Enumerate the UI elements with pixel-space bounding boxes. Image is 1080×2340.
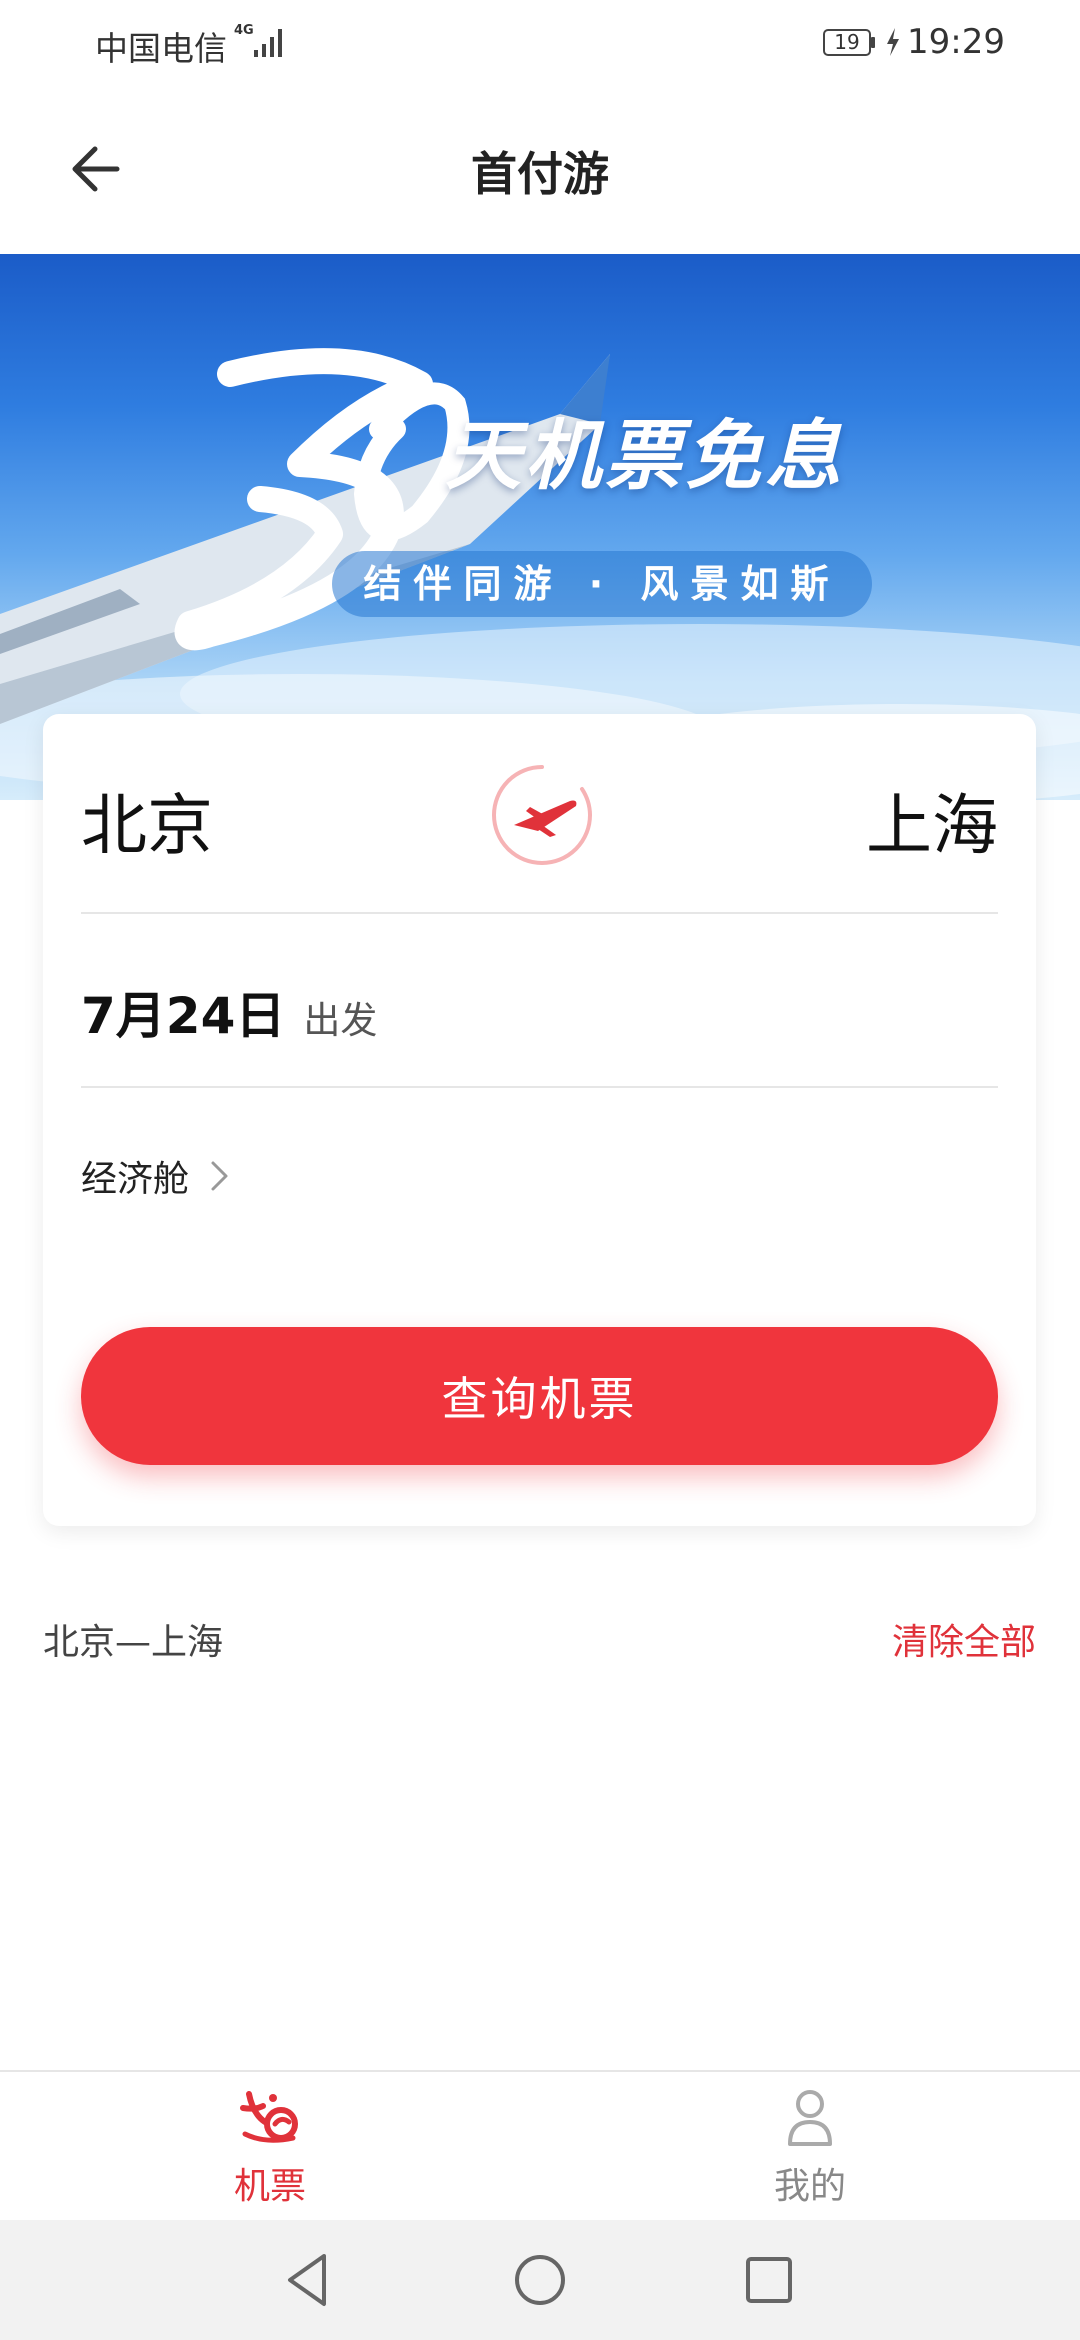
history-item[interactable]: 北京—上海 [43, 1613, 223, 1665]
system-back-icon[interactable] [272, 2242, 348, 2318]
app-screen: 中国电信 4G 19 19:29 首付游 天机票免息 结伴同游 · 风景如斯 北… [0, 0, 1080, 2340]
flight-logo-icon [240, 2091, 298, 2143]
battery-level: 19 [834, 30, 860, 54]
bottom-navigation: 机票 我的 [0, 2070, 1080, 2222]
battery-indicator: 19 [823, 29, 877, 56]
arrival-city[interactable]: 上海 [866, 772, 998, 868]
departure-date-row[interactable]: 7月24日 出发 [81, 976, 377, 1048]
plane-swap-icon [492, 765, 592, 865]
departure-city[interactable]: 北京 [81, 772, 213, 868]
tab-flights[interactable]: 机票 [0, 2072, 540, 2222]
user-icon [788, 2090, 832, 2146]
flight-search-card: 北京 上海 7月24日 出发 经济舱 查询机票 [43, 714, 1036, 1526]
carrier-name: 中国电信 [95, 29, 227, 68]
system-recents-icon[interactable] [731, 2242, 807, 2318]
cabin-class-selector[interactable]: 经济舱 [81, 1146, 231, 1206]
divider [81, 912, 998, 914]
swap-cities-button[interactable] [486, 759, 598, 871]
chevron-right-icon [211, 1161, 228, 1191]
tab-flights-label: 机票 [233, 2166, 306, 2207]
system-navigation-bar [0, 2220, 1080, 2340]
banner-subline: 结伴同游 · 风景如斯 [332, 551, 872, 617]
divider [81, 1086, 998, 1088]
title-bar: 首付游 [0, 84, 1080, 254]
system-home-icon[interactable] [502, 2242, 578, 2318]
departure-date: 7月24日 [81, 987, 286, 1045]
clock: 19:29 [907, 22, 1005, 62]
charging-icon [887, 28, 899, 56]
clear-history-button[interactable]: 清除全部 [892, 1613, 1036, 1665]
banner-headline: 天机票免息 [445, 411, 845, 500]
departure-date-suffix: 出发 [303, 999, 378, 1042]
tab-profile-label: 我的 [773, 2166, 846, 2207]
tab-profile[interactable]: 我的 [540, 2072, 1080, 2222]
signal-icon [254, 29, 282, 57]
network-type: 4G [234, 23, 254, 38]
cabin-class-label: 经济舱 [81, 1159, 190, 1200]
page-title: 首付游 [471, 147, 609, 201]
status-bar: 中国电信 4G 19 19:29 [0, 0, 1080, 84]
search-flights-button[interactable]: 查询机票 [81, 1327, 998, 1465]
